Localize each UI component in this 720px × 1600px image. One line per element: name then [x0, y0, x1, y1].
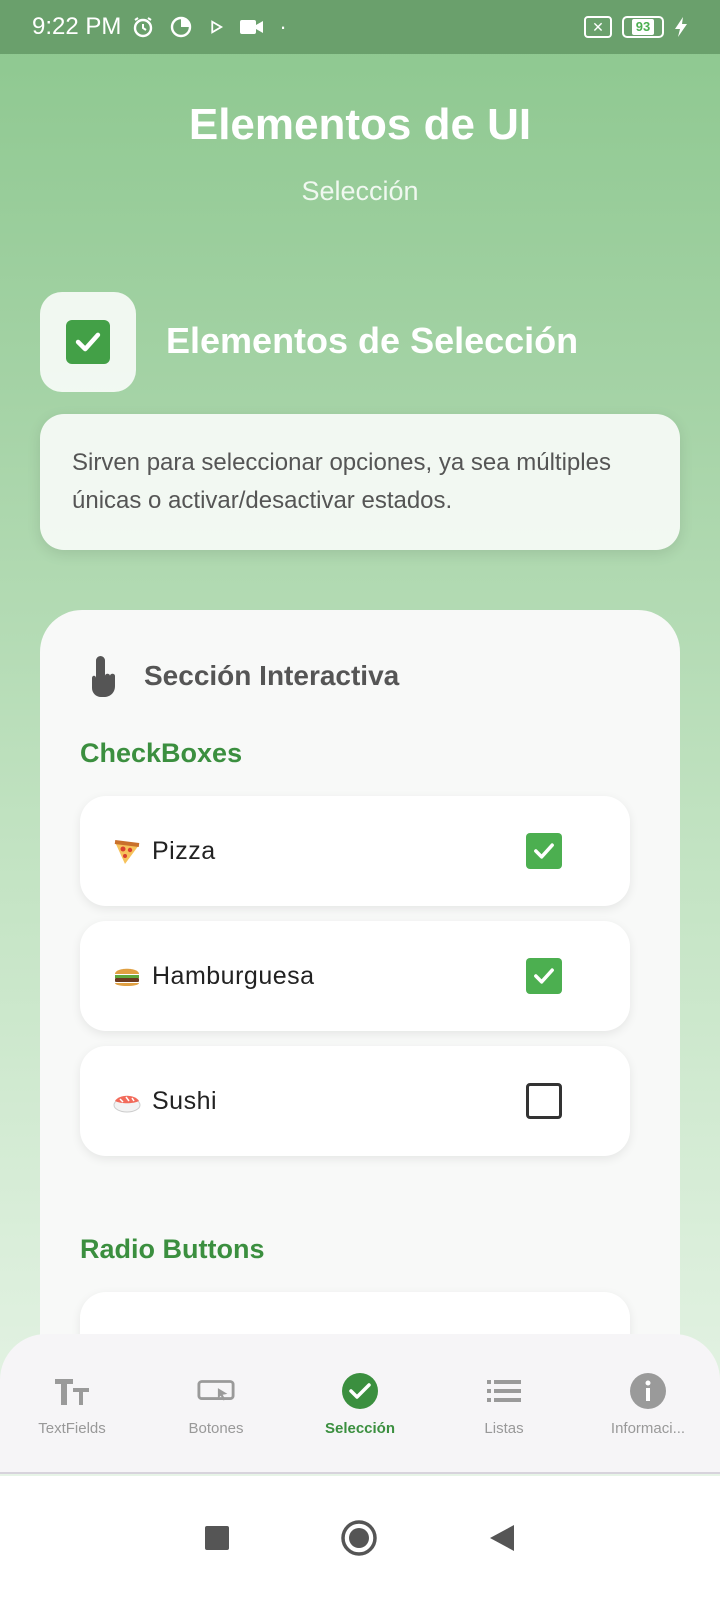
checkbox-label: Hamburguesa: [152, 961, 315, 990]
x-box-icon: ✕: [584, 16, 612, 38]
system-navigation-bar: [0, 1476, 720, 1600]
interactive-card: Sección Interactiva CheckBoxes Pizza Ham…: [40, 610, 680, 1410]
interactive-title: Sección Interactiva: [144, 660, 400, 691]
checkbox-row-hamburguesa[interactable]: Hamburguesa: [80, 921, 630, 1031]
page-title: Elementos de UI: [188, 100, 532, 149]
interactive-header: Sección Interactiva: [86, 654, 399, 698]
status-bar: 9:22 PM · ✕ 93: [0, 0, 720, 54]
battery-icon: 93: [622, 16, 664, 38]
nav-textfields[interactable]: TextFields: [7, 1372, 137, 1437]
status-time: 9:22 PM: [32, 13, 122, 40]
nav-label: Informaci...: [610, 1420, 686, 1437]
check-box-emoji-icon: [66, 320, 110, 364]
video-icon: [240, 20, 264, 34]
data-saver-icon: [171, 16, 192, 38]
burger-icon: [112, 961, 142, 991]
section-title: Elementos de Selección: [166, 320, 579, 361]
checkbox-sushi[interactable]: [526, 1083, 562, 1119]
list-icon: [485, 1372, 523, 1410]
nav-label: TextFields: [38, 1420, 106, 1437]
nav-label: Listas: [484, 1420, 524, 1437]
description-text: Sirven para seleccionar opciones, ya sea…: [72, 449, 611, 514]
back-icon[interactable]: [488, 1523, 516, 1553]
button-icon: [197, 1372, 235, 1410]
nav-seleccion[interactable]: Selección: [295, 1372, 425, 1437]
bottom-navigation: TextFields Botones Selección Listas Info…: [0, 1334, 720, 1474]
nav-botones[interactable]: Botones: [151, 1372, 281, 1437]
checkbox-row-pizza[interactable]: Pizza: [80, 796, 630, 906]
sushi-icon: [112, 1086, 142, 1116]
touch-hand-icon: [92, 656, 115, 697]
checkboxes-label: CheckBoxes: [80, 738, 243, 768]
checkbox-label: Pizza: [152, 836, 216, 865]
home-icon[interactable]: [340, 1519, 378, 1557]
checkbox-hamburguesa[interactable]: [526, 958, 562, 994]
info-icon: [629, 1372, 667, 1410]
text-fields-icon: [53, 1372, 91, 1410]
nav-listas[interactable]: Listas: [439, 1372, 569, 1437]
checkbox-label: Sushi: [152, 1086, 218, 1115]
check-circle-icon: [341, 1372, 379, 1410]
recents-icon[interactable]: [204, 1525, 230, 1551]
section-icon-box: [40, 292, 136, 392]
description-card: Sirven para seleccionar opciones, ya sea…: [40, 414, 680, 550]
status-right: ✕ 93: [584, 16, 688, 38]
nav-informacion[interactable]: Informaci...: [583, 1372, 713, 1437]
nav-label: Botones: [188, 1420, 244, 1437]
status-icons: ·: [131, 14, 287, 40]
alarm-icon: [134, 17, 153, 38]
battery-level: 93: [631, 19, 655, 35]
checkbox-row-sushi[interactable]: Sushi: [80, 1046, 630, 1156]
checkbox-pizza[interactable]: [526, 833, 562, 869]
nav-label: Selección: [324, 1420, 396, 1437]
pizza-icon: [112, 836, 142, 866]
play-icon: [211, 20, 224, 34]
charging-icon: [675, 17, 687, 37]
page-subtitle: Selección: [301, 176, 419, 206]
dot-icon: ·: [279, 14, 287, 39]
radio-buttons-label: Radio Buttons: [80, 1234, 265, 1264]
